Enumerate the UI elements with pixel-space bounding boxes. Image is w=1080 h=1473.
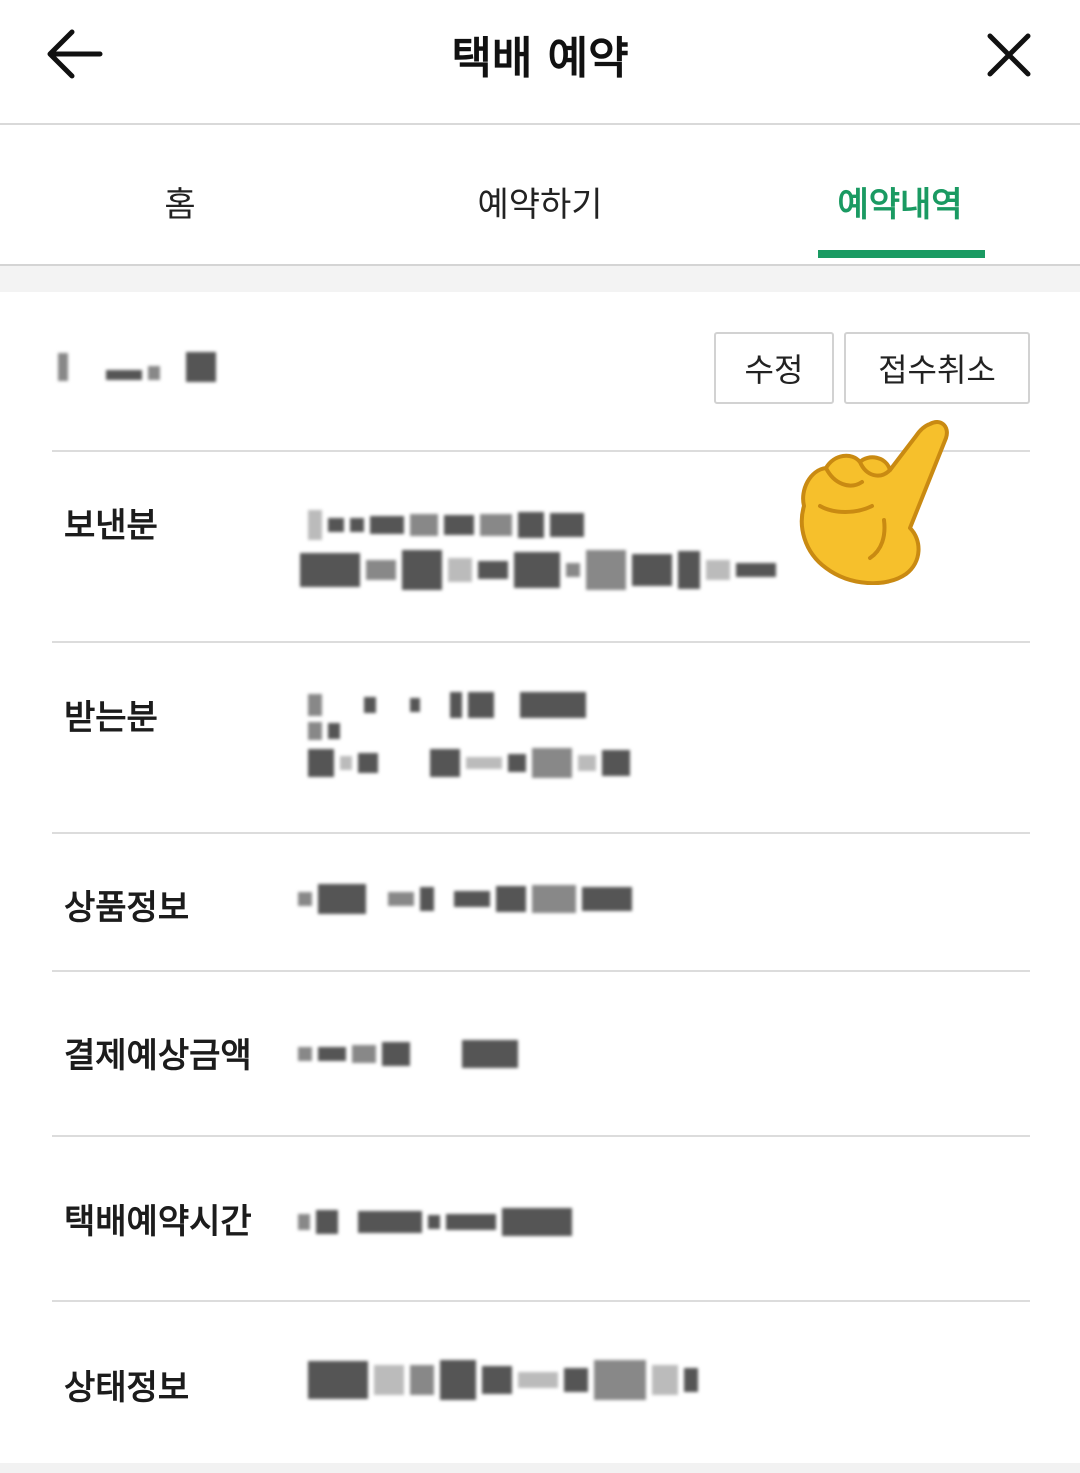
redacted-sender-line-1 <box>308 510 584 540</box>
redacted-receiver-line-3 <box>308 748 630 778</box>
section-gap <box>0 266 1080 292</box>
redacted-receiver-line-2 <box>308 722 340 740</box>
redacted-reservation-number <box>58 352 216 382</box>
tab-bar: 홈 예약하기 예약내역 <box>0 125 1080 265</box>
bottom-strip <box>0 1463 1080 1473</box>
reserve-time-label: 택배예약시간 <box>64 1202 252 1242</box>
tab-home[interactable]: 홈 <box>0 177 360 226</box>
redacted-reserve-time <box>298 1208 572 1236</box>
edit-button[interactable]: 수정 <box>714 332 834 404</box>
row-divider <box>52 970 1030 972</box>
redacted-receiver-line-1 <box>308 692 586 718</box>
cancel-reception-button[interactable]: 접수취소 <box>844 332 1030 404</box>
row-divider <box>52 641 1030 643</box>
receiver-label: 받는분 <box>64 698 158 738</box>
tab-history[interactable]: 예약내역 <box>720 177 1080 226</box>
redacted-sender-line-2 <box>300 550 776 590</box>
row-divider <box>52 1300 1030 1302</box>
app-header: 택배 예약 <box>0 0 1080 125</box>
tab-reserve[interactable]: 예약하기 <box>360 177 720 226</box>
payment-label: 결제예상금액 <box>64 1036 252 1076</box>
redacted-payment-amount <box>298 1040 518 1068</box>
page-title: 택배 예약 <box>451 33 629 84</box>
redacted-product-info <box>298 884 632 914</box>
pointing-hand-emoji <box>799 419 949 585</box>
status-label: 상태정보 <box>64 1368 190 1408</box>
redacted-status-info <box>308 1360 698 1400</box>
row-divider <box>52 832 1030 834</box>
product-label: 상품정보 <box>64 888 190 928</box>
close-icon[interactable] <box>986 32 1032 78</box>
sender-label: 보낸분 <box>64 506 158 546</box>
row-divider <box>52 1135 1030 1137</box>
active-tab-indicator <box>818 250 985 258</box>
